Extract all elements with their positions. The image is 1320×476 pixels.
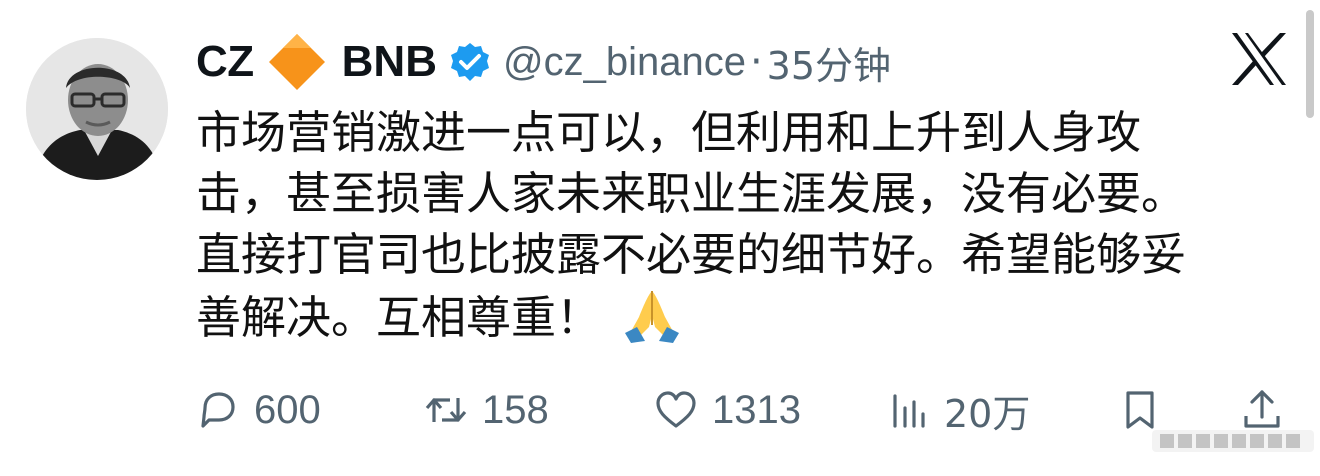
views-count: 20万 [944, 391, 1031, 436]
views-bar-chart-icon [893, 394, 925, 428]
tweet-text: 市场营销激进一点可以，但利用和上升到人身攻 击，甚至损害人家未来职业生涯发展，没… [196, 102, 1276, 348]
avatar[interactable] [26, 38, 168, 180]
reply-button[interactable]: 600 [196, 382, 321, 438]
repost-icon [425, 398, 467, 422]
separator-dot: · [749, 39, 763, 85]
display-name-tag[interactable]: BNB [342, 37, 437, 87]
heart-icon [656, 391, 696, 428]
orange-diamond-icon [268, 34, 325, 90]
verified-badge-icon [450, 43, 489, 81]
repost-button[interactable]: 158 [424, 382, 549, 438]
reply-count: 600 [254, 387, 321, 432]
action-bar: 600 158 1313 20万 [196, 382, 1296, 438]
scrollbar[interactable] [1306, 10, 1314, 118]
user-handle[interactable]: @cz_binance [503, 40, 746, 85]
avatar-photo [26, 38, 168, 180]
tweet-line: 善解决。互相尊重！ [196, 291, 602, 344]
views-button[interactable]: 20万 [886, 382, 1030, 438]
watermark-icon [1152, 430, 1314, 452]
tweet-line: 直接打官司也比披露不必要的细节好。希望能够妥 [196, 228, 1187, 281]
repost-count: 158 [482, 387, 549, 432]
timestamp[interactable]: 35分钟 [767, 35, 891, 90]
tweet-line-last: 善解决。互相尊重！ [196, 285, 1276, 348]
reply-icon [201, 392, 235, 428]
display-name[interactable]: CZ [196, 37, 254, 87]
tweet-line: 击，甚至损害人家未来职业生涯发展，没有必要。 [196, 167, 1187, 220]
like-button[interactable]: 1313 [654, 382, 801, 438]
like-count: 1313 [712, 387, 801, 432]
tweet-header: CZ BNB @cz_binance · 35分钟 [196, 34, 891, 90]
x-logo-icon[interactable] [1228, 30, 1290, 88]
folded-hands-icon [625, 291, 680, 343]
tweet-line: 市场营销激进一点可以，但利用和上升到人身攻 [196, 106, 1142, 159]
